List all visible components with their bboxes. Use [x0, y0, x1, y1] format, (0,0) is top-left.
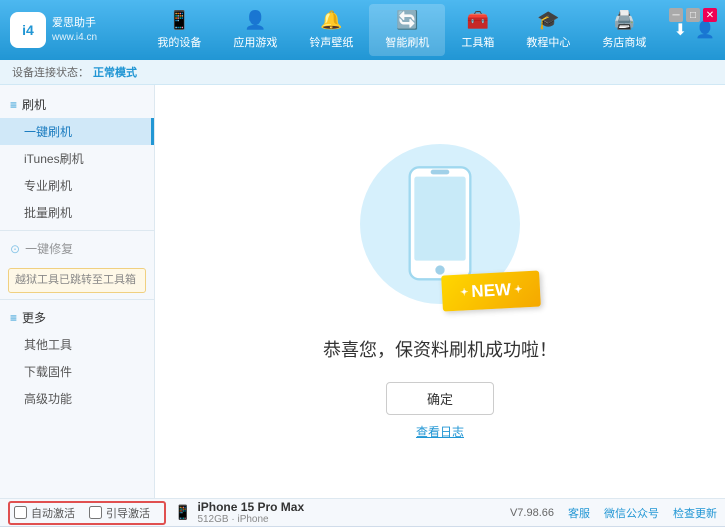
- nav-my-device-label: 我的设备: [157, 34, 201, 50]
- new-badge-text: NEW: [470, 279, 511, 301]
- maximize-button[interactable]: □: [686, 8, 700, 22]
- device-name: iPhone 15 Pro Max: [197, 500, 304, 514]
- my-device-icon: 📱: [168, 10, 190, 31]
- nav-smart-flash-label: 智能刷机: [385, 34, 429, 50]
- logo-icon: i4: [10, 12, 46, 48]
- header: i4 爱思助手 www.i4.cn 📱 我的设备 👤 应用游戏 🔔 铃声壁纸 🔄: [0, 0, 725, 60]
- customer-service-link[interactable]: 客服: [568, 505, 590, 521]
- sparkle-right: ✦: [513, 283, 522, 294]
- main-layout: ≡ 刷机 一键刷机 iTunes刷机 专业刷机 批量刷机 ⊙ 一键修复 越狱工具…: [0, 85, 725, 498]
- header-actions: ⬇ 👤: [674, 20, 715, 40]
- nav-my-device[interactable]: 📱 我的设备: [141, 4, 217, 56]
- flash-section-icon: ≡: [10, 98, 17, 112]
- user-icon[interactable]: 👤: [695, 20, 715, 40]
- minimize-button[interactable]: ─: [669, 8, 683, 22]
- nav-tutorial-label: 教程中心: [526, 34, 570, 50]
- bottom-left-box: 自动激活 引导激活: [8, 501, 166, 525]
- sparkle-left: ✦: [459, 286, 468, 297]
- sidebar-item-pro-flash[interactable]: 专业刷机: [0, 172, 154, 199]
- service-icon: 🖨️: [613, 10, 635, 31]
- app-games-icon: 👤: [244, 10, 266, 31]
- view-log-button[interactable]: 查看日志: [416, 423, 464, 440]
- logo-letter: i4: [22, 22, 34, 38]
- bottom-right: V7.98.66 客服 微信公众号 检查更新: [510, 505, 717, 521]
- auto-activate-checkbox[interactable]: [14, 506, 27, 519]
- sidebar-section-flash: ≡ 刷机: [0, 91, 154, 118]
- sidebar-section-more-label: 更多: [22, 309, 46, 326]
- sidebar-item-advanced[interactable]: 高级功能: [0, 385, 154, 412]
- guided-activate-checkbox[interactable]: [89, 506, 102, 519]
- breadcrumb: 设备连接状态： 正常模式: [0, 60, 725, 85]
- auto-activate-label: 自动激活: [31, 505, 75, 521]
- nav-app-games-label: 应用游戏: [233, 34, 277, 50]
- confirm-button[interactable]: 确定: [386, 382, 494, 415]
- wechat-link[interactable]: 微信公众号: [604, 505, 659, 521]
- phone-svg: [405, 165, 475, 282]
- repair-section-icon: ⊙: [10, 242, 20, 256]
- auto-activate-item[interactable]: 自动激活: [14, 505, 75, 521]
- nav-service-label: 务店商域: [602, 34, 646, 50]
- more-section-icon: ≡: [10, 311, 17, 325]
- sidebar-divider-1: [0, 230, 154, 231]
- check-update-link[interactable]: 检查更新: [673, 505, 717, 521]
- close-button[interactable]: ✕: [703, 8, 717, 22]
- nav-smart-flash[interactable]: 🔄 智能刷机: [369, 4, 445, 56]
- nav-tutorial[interactable]: 🎓 教程中心: [510, 4, 586, 56]
- device-info: 📱 iPhone 15 Pro Max 512GB · iPhone: [174, 500, 304, 525]
- version-label: V7.98.66: [510, 507, 554, 519]
- sidebar-notice: 越狱工具已跳转至工具箱: [8, 268, 146, 293]
- sidebar-section-flash-label: 刷机: [22, 96, 46, 113]
- device-type-label: iPhone: [237, 514, 268, 525]
- nav-ringtone-label: 铃声壁纸: [309, 34, 353, 50]
- nav-app-games[interactable]: 👤 应用游戏: [217, 4, 293, 56]
- guided-activate-label: 引导激活: [106, 505, 150, 521]
- sidebar-section-more: ≡ 更多: [0, 304, 154, 331]
- device-details: iPhone 15 Pro Max 512GB · iPhone: [197, 500, 304, 525]
- device-icon: 📱: [174, 504, 191, 521]
- sidebar-divider-2: [0, 299, 154, 300]
- sidebar-item-other-tools[interactable]: 其他工具: [0, 331, 154, 358]
- sidebar-section-repair: ⊙ 一键修复: [0, 235, 154, 262]
- logo-text: 爱思助手 www.i4.cn: [52, 16, 97, 43]
- device-sub: 512GB · iPhone: [197, 514, 304, 525]
- sidebar-section-repair-label: 一键修复: [25, 240, 73, 257]
- sidebar-item-download-fw[interactable]: 下载固件: [0, 358, 154, 385]
- content-area: ✦ NEW ✦ 恭喜您，保资料刷机成功啦！ 确定 查看日志: [155, 85, 725, 498]
- ringtone-icon: 🔔: [320, 10, 342, 31]
- sidebar: ≡ 刷机 一键刷机 iTunes刷机 专业刷机 批量刷机 ⊙ 一键修复 越狱工具…: [0, 85, 155, 498]
- sidebar-item-one-key-flash[interactable]: 一键刷机: [0, 118, 154, 145]
- breadcrumb-prefix: 设备连接状态：: [12, 64, 89, 80]
- guided-activate-item[interactable]: 引导激活: [89, 505, 150, 521]
- breadcrumb-status: 正常模式: [93, 64, 137, 80]
- success-message: 恭喜您，保资料刷机成功啦！: [323, 336, 557, 362]
- nav-bar: 📱 我的设备 👤 应用游戏 🔔 铃声壁纸 🔄 智能刷机 🧰 工具箱 🎓: [130, 4, 674, 56]
- device-storage: 512GB: [197, 514, 228, 525]
- sidebar-item-itunes-flash[interactable]: iTunes刷机: [0, 145, 154, 172]
- nav-ringtone[interactable]: 🔔 铃声壁纸: [293, 4, 369, 56]
- logo: i4 爱思助手 www.i4.cn: [10, 12, 130, 48]
- sidebar-item-batch-flash[interactable]: 批量刷机: [0, 199, 154, 226]
- nav-service[interactable]: 🖨️ 务店商域: [586, 4, 662, 56]
- success-illustration: ✦ NEW ✦: [360, 144, 520, 304]
- download-icon[interactable]: ⬇: [674, 20, 687, 40]
- nav-toolbox[interactable]: 🧰 工具箱: [445, 4, 510, 56]
- smart-flash-icon: 🔄: [396, 10, 418, 31]
- nav-toolbox-label: 工具箱: [461, 34, 494, 50]
- toolbox-icon: 🧰: [467, 10, 489, 31]
- tutorial-icon: 🎓: [537, 10, 559, 31]
- bottom-bar: 自动激活 引导激活 📱 iPhone 15 Pro Max 512GB · iP…: [0, 498, 725, 526]
